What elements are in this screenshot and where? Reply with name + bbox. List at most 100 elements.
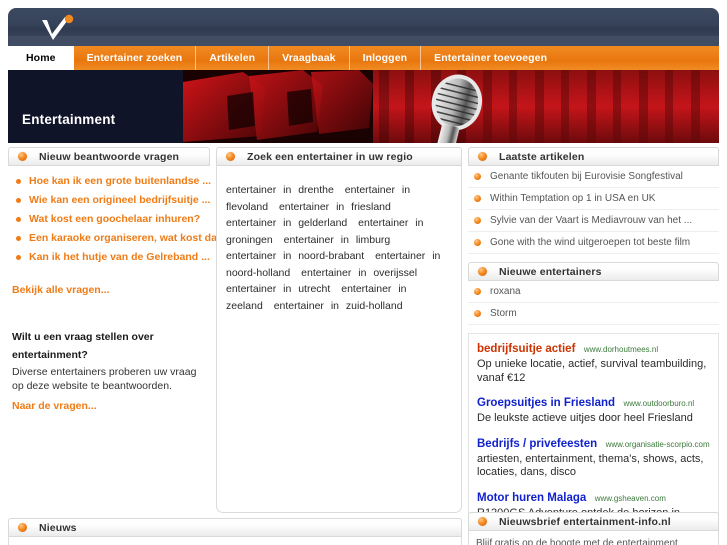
list-item[interactable]: Wie kan een origineel bedrijfsuitje ... [8,194,210,213]
ad-item: Groepsuitjes in Friesland www.outdoorbur… [477,395,710,426]
ad-description: artiesten, entertainment, thema's, shows… [477,452,704,479]
list-item[interactable]: Storm [468,303,719,325]
region-link-overijssel[interactable]: entertainer in overijssel [301,267,417,279]
orange-orb-icon [478,152,487,161]
region-link-utrecht[interactable]: entertainer in utrecht [226,283,330,295]
panel-title: Nieuwe entertainers [499,265,602,278]
ad-title-line: Groepsuitjes in Friesland www.outdoorbur… [477,395,710,411]
bullet-icon [16,198,21,203]
region-link-zuid-holland[interactable]: entertainer in zuid-holland [274,300,403,312]
article-link[interactable]: Sylvie van der Vaart is Mediavrouw van h… [490,215,692,226]
ask-heading-line1: Wilt u een vraag stellen over [12,331,154,343]
ad-title-link[interactable]: Groepsuitjes in Friesland [477,397,615,409]
go-to-questions-link[interactable]: Naar de vragen... [12,400,202,412]
ask-heading-line2: entertainment? [12,349,88,361]
panel-header-new-entertainers: Nieuwe entertainers [468,262,719,281]
ask-body-text: Diverse entertainers proberen uw vraag o… [12,366,197,392]
nav-tab-inloggen[interactable]: Inloggen [350,46,422,70]
entertainer-link[interactable]: Storm [490,308,517,319]
question-link[interactable]: Wie kan een origineel bedrijfsuitje ... [29,194,210,206]
panel-title: Zoek een entertainer in uw regio [247,150,413,163]
orange-orb-icon [18,152,27,161]
list-item[interactable]: Kan ik het hutje van de Gelreband ... [8,251,210,270]
nav-tab-home[interactable]: Home [8,46,74,70]
ad-title-link[interactable]: Motor huren Malaga [477,492,586,504]
panel-title: Nieuwsbrief entertainment-info.nl [499,515,671,528]
ad-description: De leukste actieve uitjes door heel Frie… [477,412,693,424]
article-link[interactable]: Gone with the wind uitgeroepen tot beste… [490,237,690,248]
see-all-questions-link[interactable]: Bekijk alle vragen... [12,284,210,296]
panel-header-news: Nieuws [8,518,462,537]
nav-tab-label: Inloggen [362,52,408,64]
hero-banner: Entertainment [8,70,719,143]
checkmark-v-logo-icon[interactable] [36,14,78,44]
nav-tab-label: Entertainer toevoegen [434,52,548,64]
region-link-friesland[interactable]: entertainer in friesland [279,201,391,213]
list-item[interactable]: Wat kost een goochelaar inhuren? [8,213,210,232]
question-link[interactable]: Wat kost een goochelaar inhuren? [29,213,200,225]
article-link[interactable]: Genante tikfouten bij Eurovisie Songfest… [490,171,683,182]
panel-title: Laatste artikelen [499,150,585,163]
orange-orb-icon [18,523,27,532]
ad-description: Op unieke locatie, actief, survival team… [477,358,707,384]
panel-title: Nieuws [39,521,77,534]
list-item[interactable]: Within Temptation op 1 in USA en UK [468,188,719,210]
nav-tab-label: Entertainer zoeken [86,52,183,64]
list-item[interactable]: Genante tikfouten bij Eurovisie Songfest… [468,166,719,188]
latest-articles-list: Genante tikfouten bij Eurovisie Songfest… [468,166,719,254]
nav-tab-label: Vraagbaak [282,52,336,64]
orange-orb-icon [474,217,481,224]
bullet-icon [16,255,21,260]
region-link-limburg[interactable]: entertainer in limburg [284,234,391,246]
ad-title-link[interactable]: bedrijfsuitje actief [477,343,575,355]
panel-header-new-answered-questions: Nieuw beantwoorde vragen [8,147,210,166]
news-panel: Nieuws [8,518,462,545]
bullet-icon [16,236,21,241]
ad-url-link[interactable]: www.outdoorburo.nl [624,399,695,408]
nav-tab-entertainer-toevoegen[interactable]: Entertainer toevoegen [421,46,560,70]
bullet-icon [16,179,21,184]
question-link[interactable]: Een karaoke organiseren, wat kost dat? [29,232,227,244]
list-item[interactable]: Gone with the wind uitgeroepen tot beste… [468,232,719,254]
orange-orb-icon [474,288,481,295]
question-link[interactable]: Kan ik het hutje van de Gelreband ... [29,251,210,263]
question-link[interactable]: Hoe kan ik een grote buitenlandse ... [29,175,211,187]
article-link[interactable]: Within Temptation op 1 in USA en UK [490,193,655,204]
banner-title-panel: Entertainment [8,70,183,143]
orange-orb-icon [478,517,487,526]
orange-orb-icon [474,195,481,202]
nav-tab-vraagbaak[interactable]: Vraagbaak [269,46,350,70]
panel-header-search-region: Zoek een entertainer in uw regio [216,147,462,166]
nav-tab-label: Artikelen [209,52,256,64]
region-links-cloud: entertainer in drenthe entertainer in fl… [226,182,451,314]
bullet-icon [16,217,21,222]
entertainer-link[interactable]: roxana [490,286,521,297]
panel-header-latest-articles: Laatste artikelen [468,147,719,166]
nav-tab-entertainer-zoeken[interactable]: Entertainer zoeken [74,46,197,70]
list-item[interactable]: Sylvie van der Vaart is Mediavrouw van h… [468,210,719,232]
nav-tab-label: Home [26,52,56,64]
ad-url-link[interactable]: www.dorhoutmees.nl [584,345,658,354]
banner-image-theater-microphone [183,70,719,143]
ad-title-link[interactable]: Bedrijfs / privefeesten [477,438,597,450]
nav-tab-artikelen[interactable]: Artikelen [196,46,270,70]
list-item[interactable]: roxana [468,281,719,303]
ad-item: bedrijfsuitje actief www.dorhoutmees.nl … [477,341,710,385]
ad-title-line: bedrijfsuitje actief www.dorhoutmees.nl [477,341,710,357]
orange-orb-icon [226,152,235,161]
list-item[interactable]: Hoe kan ik een grote buitenlandse ... [8,175,211,194]
right-column: Laatste artikelen Genante tikfouten bij … [468,147,719,545]
ad-url-link[interactable]: www.gsheaven.com [595,494,666,503]
list-item[interactable]: Een karaoke organiseren, wat kost dat? [8,232,227,251]
region-link-gelderland[interactable]: entertainer in gelderland [226,217,347,229]
answered-questions-list: Hoe kan ik een grote buitenlandse ... Wi… [8,166,227,270]
newsletter-body: Blijf gratis op de hoogte met de enterta… [468,531,719,545]
panel-header-newsletter: Nieuwsbrief entertainment-info.nl [468,512,719,531]
ad-url-link[interactable]: www.organisatie-scorpio.com [606,440,710,449]
region-link-noord-brabant[interactable]: entertainer in noord-brabant [226,250,364,262]
panel-title: Nieuw beantwoorde vragen [39,150,180,163]
region-link-drenthe[interactable]: entertainer in drenthe [226,184,334,196]
page-title: Entertainment [22,112,116,127]
orange-orb-icon [474,239,481,246]
